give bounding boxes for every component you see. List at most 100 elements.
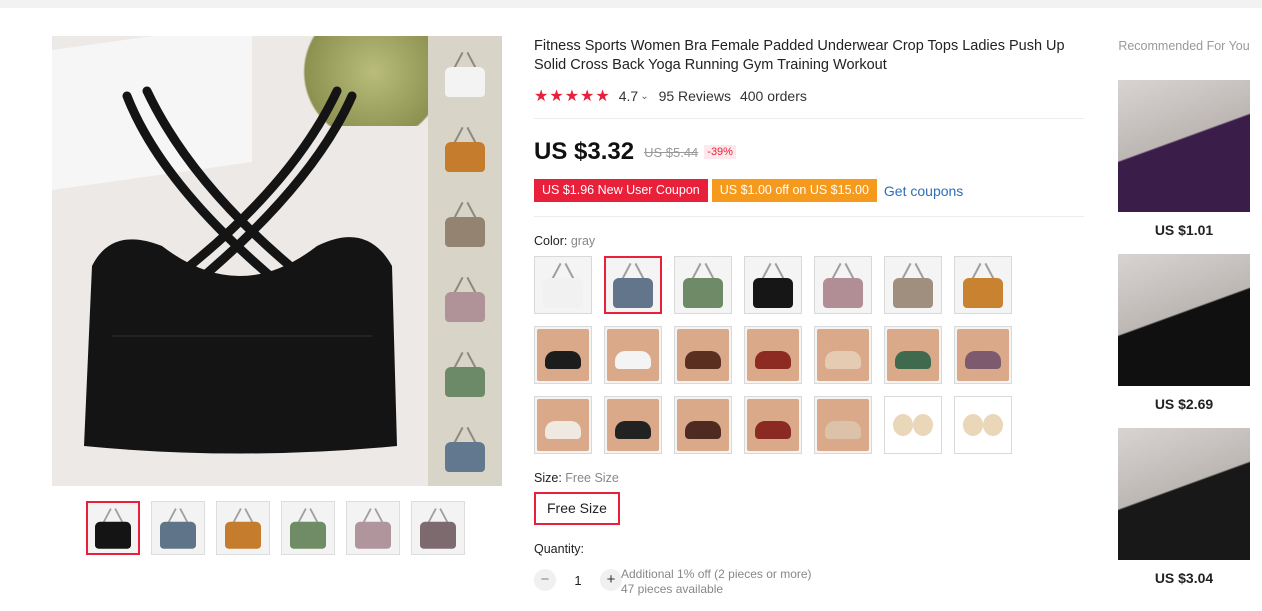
product-title: Fitness Sports Women Bra Female Padded U… [534, 38, 1065, 73]
color-swatch[interactable] [534, 256, 592, 314]
orders-count: 400 orders [739, 88, 807, 104]
model-swatch-image [677, 329, 729, 381]
color-swatch[interactable] [534, 396, 592, 454]
recommended-image[interactable] [1118, 428, 1250, 560]
bra-thumbnail-icon [156, 507, 201, 549]
color-swatch[interactable] [814, 326, 872, 384]
size-label-text: Size: [534, 471, 562, 485]
discount-badge: -39% [704, 145, 736, 159]
color-swatch[interactable] [604, 396, 662, 454]
model-swatch-image [817, 399, 869, 451]
bra-swatch-icon [678, 262, 728, 308]
color-swatch[interactable] [674, 326, 732, 384]
color-swatch[interactable] [744, 256, 802, 314]
gallery-thumbnail[interactable] [86, 501, 140, 555]
model-swatch-image [747, 399, 799, 451]
chevron-down-icon[interactable]: ⌄ [640, 91, 648, 102]
top-bar [0, 0, 1262, 8]
bra-thumbnail-icon [440, 51, 490, 97]
color-swatch[interactable] [884, 256, 942, 314]
gallery-thumbnail[interactable] [216, 501, 270, 555]
color-swatch[interactable] [954, 396, 1012, 454]
bra-swatch-icon [608, 262, 658, 308]
bra-illustration [84, 86, 397, 454]
color-swatch[interactable] [674, 256, 732, 314]
bra-thumbnail-icon [416, 507, 461, 549]
side-thumbnail[interactable] [428, 261, 502, 336]
side-thumbnail[interactable] [428, 186, 502, 261]
recommended-item[interactable]: US $2.69 [1118, 254, 1250, 412]
side-thumbnail[interactable] [428, 111, 502, 186]
model-swatch-image [677, 399, 729, 451]
color-swatch[interactable] [884, 326, 942, 384]
side-thumbnail[interactable] [428, 411, 502, 486]
gallery-thumbnail[interactable] [346, 501, 400, 555]
color-swatch[interactable] [534, 326, 592, 384]
recommended-item[interactable]: US $3.04 [1118, 428, 1250, 586]
color-swatch[interactable] [604, 326, 662, 384]
color-swatch[interactable] [744, 326, 802, 384]
recommended-price: US $2.69 [1154, 396, 1214, 412]
recommended-image[interactable] [1118, 254, 1250, 386]
main-product-image[interactable] [52, 36, 428, 486]
rating-score[interactable]: 4.7 [619, 88, 638, 104]
gallery-thumbnail[interactable] [151, 501, 205, 555]
bra-thumbnail-icon [440, 351, 490, 397]
color-swatch-grid [534, 256, 1012, 454]
recommended-price: US $3.04 [1154, 570, 1214, 586]
color-swatch[interactable] [954, 326, 1012, 384]
color-swatch[interactable] [814, 396, 872, 454]
gallery-thumbnail[interactable] [411, 501, 465, 555]
bra-thumbnail-icon [440, 126, 490, 172]
current-price: US $3.32 [534, 138, 635, 165]
recommended-title: Recommended For You [1118, 39, 1250, 53]
price-row: US $3.32 US $5.44 -39% [534, 138, 736, 166]
color-label-text: Color: [534, 234, 568, 248]
side-thumbnail[interactable] [428, 336, 502, 411]
bra-swatch-icon [748, 262, 798, 308]
stock-available: 47 pieces available [621, 582, 724, 596]
model-swatch-image [537, 399, 589, 451]
bra-swatch-icon [538, 262, 588, 308]
color-swatch[interactable] [744, 396, 802, 454]
star-rating-icon: ★★★★★ [534, 88, 611, 105]
model-swatch-image [607, 329, 659, 381]
divider [534, 216, 1084, 217]
color-swatch[interactable] [604, 256, 662, 314]
bra-thumbnail-icon [91, 507, 136, 549]
model-swatch-image [887, 329, 939, 381]
bulk-discount-note: Additional 1% off (2 pieces or more) [621, 567, 812, 581]
bra-swatch-icon [818, 262, 868, 308]
side-thumbnail-column [428, 36, 502, 486]
recommended-image[interactable] [1118, 80, 1250, 212]
get-coupons-link[interactable]: Get coupons [884, 183, 963, 199]
recommended-price: US $1.01 [1154, 222, 1214, 238]
color-swatch[interactable] [814, 256, 872, 314]
rating-row: ★★★★★ 4.7 ⌄ 95 Reviews 400 orders [534, 86, 807, 106]
bra-thumbnail-icon [440, 201, 490, 247]
increase-quantity-button[interactable]: + [600, 569, 622, 591]
side-thumbnail[interactable] [428, 36, 502, 111]
color-swatch[interactable] [674, 396, 732, 454]
size-option-free-size[interactable]: Free Size [534, 492, 620, 525]
decrease-quantity-button[interactable]: − [534, 569, 556, 591]
quantity-stepper: − 1 + [534, 569, 622, 591]
quantity-label: Quantity: [534, 542, 585, 556]
quantity-note: Additional 1% off (2 pieces or more) 47 … [621, 567, 812, 597]
bra-swatch-icon [958, 262, 1008, 308]
recommended-item[interactable]: US $1.01 [1118, 80, 1250, 238]
coupon-row: US $1.96 New User Coupon US $1.00 off on… [534, 179, 963, 202]
selected-color: gray [570, 234, 596, 248]
model-swatch-image [747, 329, 799, 381]
quantity-value[interactable]: 1 [556, 573, 600, 588]
pad-swatch-image [891, 410, 935, 440]
gallery-thumbnail[interactable] [281, 501, 335, 555]
color-swatch[interactable] [954, 256, 1012, 314]
color-swatch[interactable] [884, 396, 942, 454]
bra-swatch-icon [888, 262, 938, 308]
model-swatch-image [817, 329, 869, 381]
store-coupon[interactable]: US $1.00 off on US $15.00 [711, 179, 877, 202]
reviews-link[interactable]: 95 Reviews [659, 88, 731, 104]
original-price: US $5.44 [644, 144, 699, 160]
new-user-coupon[interactable]: US $1.96 New User Coupon [534, 179, 708, 202]
